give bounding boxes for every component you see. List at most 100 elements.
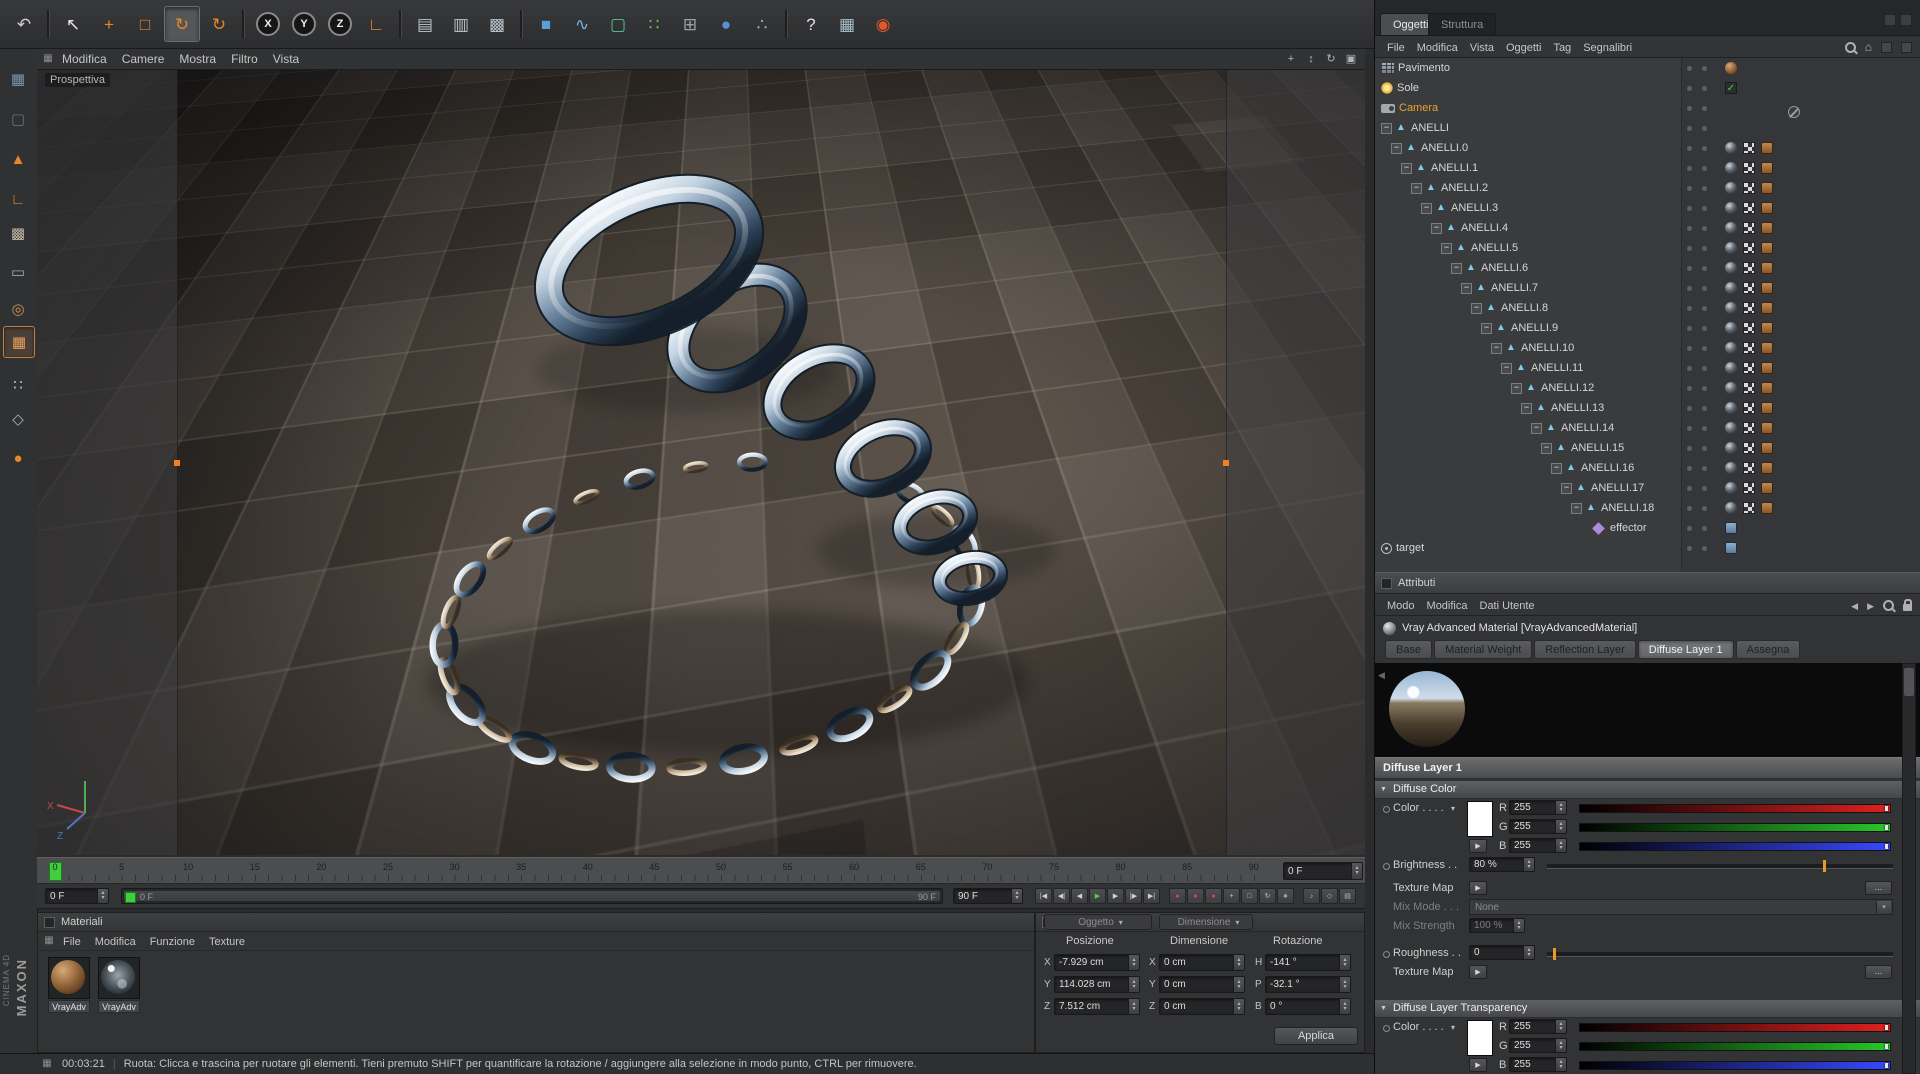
tree-item-anelli-15[interactable]: − ▲ ANELLI.15 bbox=[1375, 438, 1920, 458]
stepper-icon[interactable] bbox=[1555, 839, 1566, 852]
toggle-view-icon[interactable]: ▣ bbox=[1343, 51, 1359, 67]
last-used-tool[interactable]: ↻ bbox=[202, 7, 236, 41]
layer-dot-icon[interactable] bbox=[1687, 306, 1692, 311]
menu-vista[interactable]: Vista bbox=[273, 52, 299, 66]
menu-file[interactable]: File bbox=[63, 936, 81, 948]
material-preview-bark[interactable] bbox=[48, 957, 90, 999]
layer-dot-icon[interactable] bbox=[1687, 246, 1692, 251]
brightness-slider-marker[interactable] bbox=[1822, 860, 1826, 872]
record-rotation-toggle[interactable]: ↻ bbox=[1259, 888, 1276, 904]
tan-tag-icon[interactable] bbox=[1761, 502, 1773, 514]
expander-icon[interactable]: − bbox=[1451, 262, 1462, 274]
tree-item-sole[interactable]: Sole ✓ bbox=[1375, 78, 1920, 98]
autokeying-button[interactable]: ● bbox=[1187, 888, 1204, 904]
roughness-slider[interactable] bbox=[1547, 948, 1893, 960]
layer-dot-icon[interactable] bbox=[1702, 446, 1707, 451]
brightness-slider[interactable] bbox=[1547, 860, 1893, 872]
object-dropdown[interactable]: Oggetto bbox=[1044, 914, 1152, 930]
object-axis-mode-tool[interactable]: ◎ bbox=[3, 294, 33, 324]
dark-ball-icon[interactable] bbox=[1725, 262, 1737, 274]
add-primitive-cube-button[interactable]: ■ bbox=[529, 7, 563, 41]
viewport-layout-tool[interactable]: ▦ bbox=[3, 64, 33, 94]
blue-tag-icon[interactable] bbox=[1725, 522, 1737, 534]
stepper-icon[interactable] bbox=[1339, 977, 1350, 992]
keyframe-selection-icon[interactable]: ◇ bbox=[1321, 888, 1338, 904]
menu-modo[interactable]: Modo bbox=[1387, 600, 1415, 612]
expander-icon[interactable]: − bbox=[1511, 382, 1522, 394]
transparency-channel-slider-r[interactable] bbox=[1579, 1023, 1891, 1032]
layer-dot-icon[interactable] bbox=[1702, 186, 1707, 191]
checker-tag-icon[interactable] bbox=[1743, 142, 1755, 154]
tan-tag-icon[interactable] bbox=[1761, 222, 1773, 234]
stepper-icon[interactable] bbox=[1523, 858, 1534, 871]
point-mode-tool[interactable]: ∷ bbox=[3, 370, 33, 400]
texture-map-1-expand-button[interactable]: ▶ bbox=[1469, 881, 1487, 895]
expander-icon[interactable]: − bbox=[1521, 402, 1532, 414]
tree-item-anelli-9[interactable]: − ▲ ANELLI.9 bbox=[1375, 318, 1920, 338]
zoom-view-icon[interactable]: ↕ bbox=[1303, 51, 1319, 67]
menu-modifica[interactable]: Modifica bbox=[1417, 42, 1458, 54]
tan-tag-icon[interactable] bbox=[1761, 262, 1773, 274]
tan-tag-icon[interactable] bbox=[1761, 482, 1773, 494]
panel-checkbox[interactable] bbox=[1381, 577, 1392, 589]
expander-icon[interactable]: − bbox=[1411, 182, 1422, 194]
blue-tag-icon[interactable] bbox=[1725, 542, 1737, 554]
history-forward-icon[interactable] bbox=[1867, 596, 1874, 614]
add-deformer-button[interactable]: ⊞ bbox=[673, 7, 707, 41]
checker-tag-icon[interactable] bbox=[1743, 342, 1755, 354]
prev-frame-button[interactable]: ◀ bbox=[1071, 888, 1088, 904]
material-preview-sphere[interactable] bbox=[1389, 671, 1465, 747]
tree-item-anelli-2[interactable]: − ▲ ANELLI.2 bbox=[1375, 178, 1920, 198]
tree-item-anelli-0[interactable]: − ▲ ANELLI.0 bbox=[1375, 138, 1920, 158]
stepper-icon[interactable] bbox=[1555, 1020, 1566, 1033]
expander-icon[interactable]: − bbox=[1401, 162, 1412, 174]
stepper-icon[interactable] bbox=[1555, 1039, 1566, 1052]
tan-tag-icon[interactable] bbox=[1761, 182, 1773, 194]
dark-ball-icon[interactable] bbox=[1725, 282, 1737, 294]
layer-dot-icon[interactable] bbox=[1702, 366, 1707, 371]
tan-tag-icon[interactable] bbox=[1761, 142, 1773, 154]
dark-ball-icon[interactable] bbox=[1725, 322, 1737, 334]
dark-ball-icon[interactable] bbox=[1725, 182, 1737, 194]
animation-mode-tool[interactable]: ● bbox=[3, 443, 33, 473]
live-selection-tool[interactable]: ↖ bbox=[56, 7, 90, 41]
tab-material-weight[interactable]: Material Weight bbox=[1434, 640, 1533, 659]
stepper-icon[interactable] bbox=[1523, 946, 1534, 959]
add-spline-button[interactable]: ∿ bbox=[565, 7, 599, 41]
dark-ball-icon[interactable] bbox=[1725, 422, 1737, 434]
dark-ball-icon[interactable] bbox=[1725, 302, 1737, 314]
sound-toggle[interactable]: ♪ bbox=[1303, 888, 1320, 904]
position-field-z[interactable]: 7.512 cm bbox=[1054, 998, 1140, 1015]
texture-map-1-browse-button[interactable]: ... bbox=[1865, 881, 1892, 895]
layer-dot-icon[interactable] bbox=[1687, 466, 1692, 471]
tree-item-anelli-6[interactable]: − ▲ ANELLI.6 bbox=[1375, 258, 1920, 278]
attributes-scrollbar[interactable] bbox=[1902, 663, 1916, 1074]
record-options-button[interactable]: ● bbox=[1205, 888, 1222, 904]
home-icon[interactable] bbox=[1865, 38, 1872, 56]
tan-tag-icon[interactable] bbox=[1761, 282, 1773, 294]
render-settings-button[interactable]: ▩ bbox=[480, 7, 514, 41]
expander-icon[interactable]: − bbox=[1531, 422, 1542, 434]
polygon-mode-tool[interactable]: ▦ bbox=[3, 326, 35, 358]
search-icon[interactable] bbox=[1883, 599, 1894, 611]
camera-frame-handle-right[interactable] bbox=[1223, 460, 1229, 466]
expander-icon[interactable]: − bbox=[1431, 222, 1442, 234]
tree-item-anelli-13[interactable]: − ▲ ANELLI.13 bbox=[1375, 398, 1920, 418]
expander-icon[interactable]: − bbox=[1441, 242, 1452, 254]
timeline-ruler[interactable]: 0 5 10 15 20 25 30 35 40 45 50 55 60 65 70 75 80 85 90 0 F bbox=[37, 857, 1365, 884]
checker-tag-icon[interactable] bbox=[1743, 162, 1755, 174]
tan-tag-icon[interactable] bbox=[1761, 362, 1773, 374]
dark-ball-icon[interactable] bbox=[1725, 362, 1737, 374]
rotate-view-icon[interactable]: ↻ bbox=[1323, 51, 1339, 67]
tree-item-anelli-5[interactable]: − ▲ ANELLI.5 bbox=[1375, 238, 1920, 258]
tan-tag-icon[interactable] bbox=[1761, 402, 1773, 414]
menu-segnalibri[interactable]: Segnalibri bbox=[1583, 42, 1632, 54]
apply-button[interactable]: Applica bbox=[1274, 1027, 1358, 1045]
layer-dot-icon[interactable] bbox=[1687, 266, 1692, 271]
roughness-field[interactable]: 0 bbox=[1469, 945, 1535, 960]
stepper-icon[interactable] bbox=[1339, 999, 1350, 1014]
menu-texture[interactable]: Texture bbox=[209, 936, 245, 948]
diffuse-color-swatch[interactable] bbox=[1467, 801, 1493, 837]
menu-camere[interactable]: Camere bbox=[122, 52, 165, 66]
layer-dot-icon[interactable] bbox=[1687, 446, 1692, 451]
